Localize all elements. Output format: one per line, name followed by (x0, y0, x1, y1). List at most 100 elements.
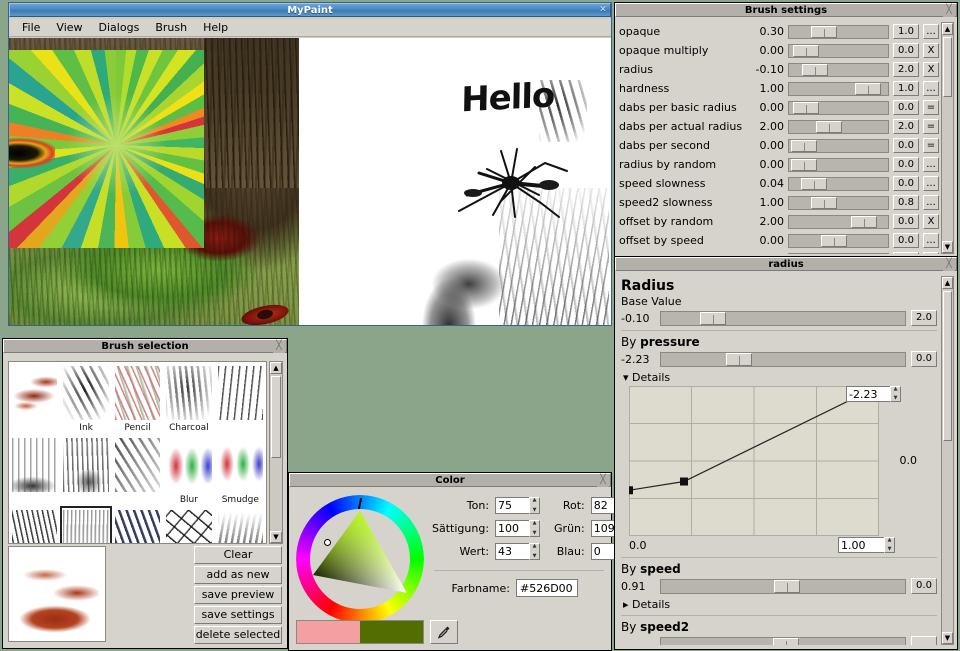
brush-item-blur[interactable]: Blur (163, 434, 214, 506)
stepper-arrows[interactable]: ▲▼ (884, 537, 895, 553)
slider-thumb[interactable] (773, 638, 799, 646)
details-expander-open[interactable]: ▾ Details (623, 371, 939, 384)
brush-item-smudge[interactable]: Smudge (215, 434, 266, 506)
triangle-up-icon[interactable]: ▲ (942, 277, 953, 289)
setting-max[interactable]: 1.0 (893, 24, 919, 39)
slider-thumb[interactable] (821, 235, 847, 247)
scrollbar-thumb[interactable] (271, 376, 281, 458)
setting-slider[interactable] (788, 120, 889, 134)
brush-list-scrollbar[interactable]: ▲ ▼ (269, 361, 283, 544)
stepper-arrows[interactable]: ▲▼ (890, 386, 901, 402)
speed-max[interactable]: 0.0 (911, 578, 937, 594)
add-as-new-button[interactable]: add as new (194, 566, 282, 584)
setting-slider[interactable] (788, 234, 889, 248)
previous-color-swatch[interactable] (297, 621, 360, 643)
scrollbar-thumb[interactable] (943, 291, 952, 441)
setting-slider[interactable] (788, 44, 889, 58)
setting-slider[interactable] (788, 82, 889, 96)
slider-thumb[interactable] (811, 197, 837, 209)
brush-settings-scrollbar[interactable]: ▲ ▼ (941, 22, 954, 254)
slider-thumb[interactable] (726, 353, 752, 366)
slider-thumb[interactable] (801, 178, 827, 190)
setting-slider[interactable] (788, 101, 889, 115)
save-preview-button[interactable]: save preview (194, 586, 282, 604)
color-wheel[interactable] (296, 495, 424, 623)
slider-thumb[interactable] (793, 102, 819, 114)
setting-modifier-button[interactable]: X (923, 214, 939, 229)
setting-modifier-button[interactable]: ... (923, 195, 939, 210)
setting-slider[interactable] (788, 215, 889, 229)
close-icon[interactable]: ╳ (943, 5, 955, 17)
setting-slider[interactable] (788, 25, 889, 39)
slider-thumb[interactable] (851, 216, 877, 228)
stepper-arrows[interactable]: ▲▼ (529, 520, 540, 537)
hex-input[interactable] (516, 579, 578, 597)
setting-max[interactable]: 0.0 (893, 100, 919, 115)
menu-item-view[interactable]: View (49, 19, 89, 36)
setting-modifier-button[interactable]: = (923, 119, 939, 134)
stepper-arrows[interactable]: ▲▼ (529, 497, 540, 514)
slider-thumb[interactable] (816, 121, 842, 133)
setting-modifier-button[interactable]: ... (923, 81, 939, 96)
pressure-max[interactable]: 0.0 (911, 351, 937, 367)
drawing-canvas[interactable]: Hello (9, 38, 611, 325)
slider-thumb[interactable] (855, 83, 881, 95)
slider-thumb[interactable] (793, 45, 819, 57)
delete-selected-button[interactable]: delete selected (194, 626, 282, 644)
saturation-input[interactable] (495, 520, 529, 537)
slider-thumb[interactable] (774, 580, 800, 593)
setting-max[interactable]: 1.0 (893, 81, 919, 96)
color-titlebar[interactable]: Color ╳ (289, 473, 611, 487)
setting-modifier-button[interactable]: ... (923, 24, 939, 39)
radius-scrollbar[interactable]: ▲ ▼ (941, 276, 954, 645)
setting-modifier-button[interactable]: X (923, 43, 939, 58)
hue-input[interactable] (495, 497, 529, 514)
brush-item[interactable] (9, 506, 60, 544)
brush-item[interactable] (112, 434, 163, 506)
setting-max[interactable]: 2.0 (893, 119, 919, 134)
triangle-down-icon[interactable]: ▼ (270, 531, 282, 543)
value-input[interactable] (495, 543, 529, 560)
setting-max[interactable]: 0.0 (893, 176, 919, 191)
brush-item[interactable] (215, 362, 266, 434)
brush-item[interactable] (9, 362, 60, 434)
menu-item-file[interactable]: File (15, 19, 47, 36)
brush-item[interactable] (163, 506, 214, 544)
menu-item-help[interactable]: Help (196, 19, 235, 36)
color-swatches[interactable] (296, 620, 424, 644)
close-icon[interactable]: ╳ (273, 341, 285, 353)
curve-graph[interactable] (629, 386, 879, 536)
brush-item-pencil[interactable]: Pencil (112, 362, 163, 434)
setting-max[interactable]: 0.0 (893, 157, 919, 172)
radius-titlebar[interactable]: radius ╳ (615, 257, 957, 271)
setting-slider[interactable] (788, 253, 889, 255)
brush-item-selected[interactable] (60, 506, 111, 544)
clear-button[interactable]: Clear (194, 546, 282, 564)
slider-thumb[interactable] (793, 254, 819, 255)
setting-slider[interactable] (788, 63, 889, 77)
brush-item[interactable] (60, 434, 111, 506)
saturation-stepper[interactable]: ▲▼ (495, 520, 540, 537)
curve-value-input[interactable] (846, 386, 890, 402)
setting-slider[interactable] (788, 158, 889, 172)
brush-settings-titlebar[interactable]: Brush settings ╳ (615, 3, 957, 17)
value-stepper[interactable]: ▲▼ (495, 543, 540, 560)
setting-modifier-button[interactable]: = (923, 100, 939, 115)
triangle-up-icon[interactable]: ▲ (942, 23, 953, 35)
slider-thumb[interactable] (791, 140, 817, 152)
color-marker[interactable] (324, 539, 331, 546)
close-icon[interactable]: ╳ (943, 259, 955, 271)
brush-item[interactable] (112, 506, 163, 544)
setting-modifier-button[interactable]: = (923, 138, 939, 153)
triangle-up-icon[interactable]: ▲ (270, 362, 282, 374)
setting-max[interactable]: 0.0 (893, 233, 919, 248)
setting-max[interactable]: 0.0 (893, 43, 919, 58)
pressure-curve-editor[interactable]: ▲▼ 0.0 (629, 386, 937, 536)
slider-thumb[interactable] (811, 26, 837, 38)
pressure-slider[interactable] (660, 352, 906, 367)
setting-modifier-button[interactable]: ... (923, 252, 939, 254)
curve-point[interactable] (629, 486, 633, 494)
curve-x-max-input[interactable] (838, 537, 884, 553)
speed2-max[interactable] (911, 636, 937, 645)
menu-item-brush[interactable]: Brush (148, 19, 194, 36)
